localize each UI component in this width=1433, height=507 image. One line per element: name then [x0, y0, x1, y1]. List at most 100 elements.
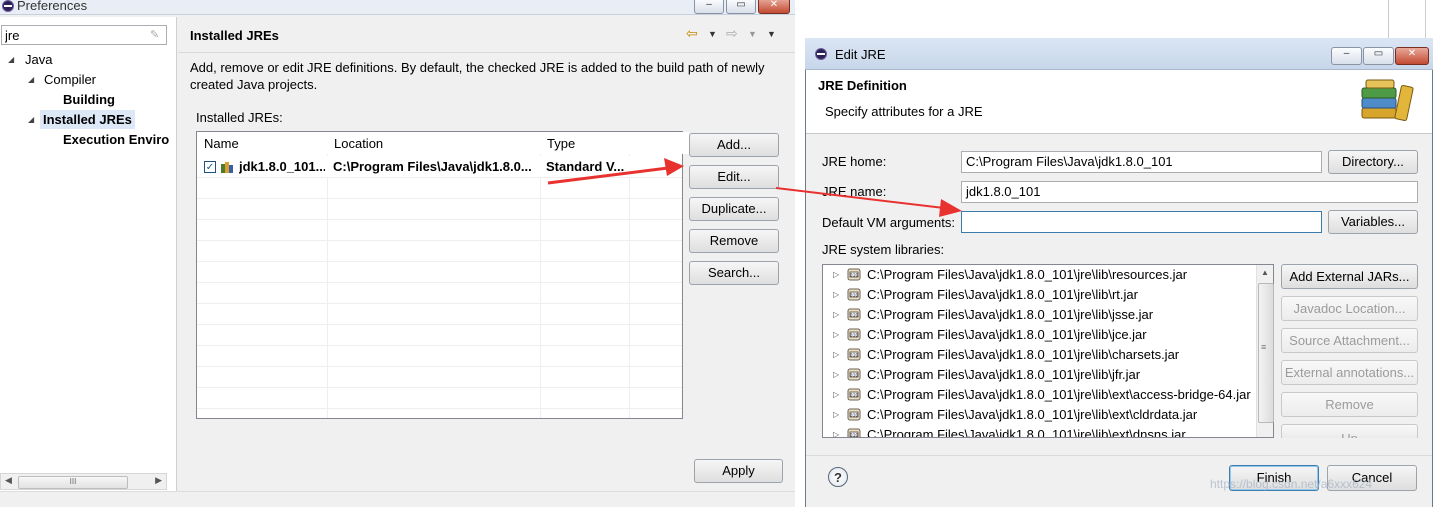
desktop-gap — [795, 0, 805, 507]
scroll-right-icon[interactable]: ▶ — [155, 475, 162, 486]
expand-arrow-icon[interactable]: ◢ — [28, 110, 34, 129]
filter-input[interactable] — [1, 25, 167, 45]
svg-text:010: 010 — [850, 273, 858, 279]
remove-jre-button[interactable]: Remove — [689, 229, 779, 253]
scrollbar-thumb[interactable] — [1258, 283, 1274, 423]
up-button[interactable]: Up — [1281, 424, 1418, 438]
eclipse-icon — [815, 48, 827, 60]
dialog-header-title: JRE Definition — [818, 78, 907, 93]
jre-name-field[interactable]: jdk1.8.0_101 — [961, 181, 1418, 203]
expand-arrow-icon[interactable]: ▷ — [833, 265, 839, 285]
jre-name-cell: jdk1.8.0_101... — [239, 159, 325, 174]
duplicate-jre-button[interactable]: Duplicate... — [689, 197, 779, 221]
maximize-button[interactable]: ▭ — [726, 0, 756, 14]
close-button[interactable]: ✕ — [758, 0, 790, 14]
column-header-name[interactable]: Name — [197, 132, 335, 154]
minimize-button[interactable]: – — [1331, 47, 1362, 65]
tree-label: Execution Enviro — [63, 132, 170, 147]
directory-button[interactable]: Directory... — [1328, 150, 1418, 174]
jre-name-label: JRE name: — [822, 184, 887, 199]
expand-arrow-icon[interactable]: ◢ — [8, 50, 14, 69]
clear-filter-icon[interactable]: ✎ — [150, 28, 162, 41]
library-path: C:\Program Files\Java\jdk1.8.0_101\jre\l… — [867, 327, 1147, 342]
library-path: C:\Program Files\Java\jdk1.8.0_101\jre\l… — [867, 267, 1188, 282]
svg-text:010: 010 — [850, 353, 858, 359]
expand-arrow-icon[interactable]: ▷ — [833, 425, 839, 437]
preferences-footer — [0, 491, 795, 507]
table-row — [197, 324, 682, 346]
tree-label: Building — [63, 92, 115, 107]
remove-library-button[interactable]: Remove — [1281, 392, 1418, 417]
expand-arrow-icon[interactable]: ▷ — [833, 325, 839, 345]
table-row[interactable]: ✓ jdk1.8.0_101... C:\Program Files\Java\… — [197, 156, 682, 178]
jre-books-icon — [1361, 79, 1414, 122]
scrollbar-grip-icon: ≡ — [1261, 342, 1267, 352]
variables-button[interactable]: Variables... — [1328, 210, 1418, 234]
jar-icon: 010 — [847, 268, 861, 281]
preferences-titlebar: Preferences – ▭ ✕ — [0, 0, 795, 15]
search-jre-button[interactable]: Search... — [689, 261, 779, 285]
table-row — [197, 219, 682, 241]
column-header-type[interactable]: Type — [540, 132, 689, 154]
expand-arrow-icon[interactable]: ▷ — [833, 285, 839, 305]
jar-icon: 010 — [847, 388, 861, 401]
jar-icon: 010 — [847, 348, 861, 361]
jar-icon: 010 — [847, 428, 861, 437]
watermark: https://blog.csdn.net/a6xxx624 — [1210, 477, 1373, 491]
expand-arrow-icon[interactable]: ◢ — [28, 70, 34, 89]
table-row — [197, 261, 682, 283]
default-jre-checkbox[interactable]: ✓ — [204, 161, 216, 173]
table-row — [197, 345, 682, 367]
close-button[interactable]: ✕ — [1395, 47, 1429, 65]
apply-button[interactable]: Apply — [694, 459, 783, 483]
javadoc-location-button[interactable]: Javadoc Location... — [1281, 296, 1418, 321]
jar-icon: 010 — [847, 288, 861, 301]
column-header-location[interactable]: Location — [327, 132, 548, 154]
expand-arrow-icon[interactable]: ▷ — [833, 305, 839, 325]
forward-dropdown-icon[interactable]: ▼ — [748, 29, 757, 39]
library-path: C:\Program Files\Java\jdk1.8.0_101\jre\l… — [867, 287, 1138, 302]
jre-library-icon — [221, 162, 233, 173]
installed-jres-table[interactable]: Name Location Type ✓ jdk1.8.0_101... C:\… — [196, 131, 689, 419]
add-jre-button[interactable]: Add... — [689, 133, 779, 157]
jre-type-cell: Standard V... — [546, 159, 625, 174]
jar-icon: 010 — [847, 368, 861, 381]
add-external-jars-button[interactable]: Add External JARs... — [1281, 264, 1418, 289]
system-libraries-list[interactable]: ▷ 010 C:\Program Files\Java\jdk1.8.0_101… — [822, 264, 1274, 438]
library-path: C:\Program Files\Java\jdk1.8.0_101\jre\l… — [867, 387, 1251, 402]
jar-icon: 010 — [847, 328, 861, 341]
divider — [1388, 0, 1389, 38]
tree-horizontal-scrollbar[interactable]: ◀ III ▶ — [0, 473, 167, 490]
forward-arrow-icon[interactable]: ⇨ — [726, 25, 738, 42]
scroll-left-icon[interactable]: ◀ — [5, 475, 12, 486]
jar-icon: 010 — [847, 408, 861, 421]
tree-label: Java — [25, 52, 53, 67]
help-icon[interactable]: ? — [828, 467, 848, 487]
svg-text:010: 010 — [850, 413, 858, 419]
svg-text:010: 010 — [850, 333, 858, 339]
minimize-button[interactable]: – — [694, 0, 724, 14]
libraries-vertical-scrollbar[interactable]: ▲ ≡ — [1256, 265, 1274, 437]
vm-arguments-field[interactable] — [961, 211, 1322, 233]
table-row — [197, 303, 682, 325]
external-annotations-button[interactable]: External annotations... — [1281, 360, 1418, 385]
tree-item-execution-environments[interactable]: Execution Enviro — [63, 130, 169, 149]
expand-arrow-icon[interactable]: ▷ — [833, 405, 839, 425]
back-dropdown-icon[interactable]: ▼ — [708, 29, 717, 39]
tree-item-building[interactable]: Building — [63, 90, 115, 109]
source-attachment-button[interactable]: Source Attachment... — [1281, 328, 1418, 353]
edit-jre-button[interactable]: Edit... — [689, 165, 779, 189]
view-menu-icon[interactable]: ▼ — [767, 29, 776, 39]
system-libraries-label: JRE system libraries: — [822, 242, 945, 257]
page-title: Installed JREs — [190, 28, 279, 43]
scroll-up-icon[interactable]: ▲ — [1261, 268, 1269, 277]
expand-arrow-icon[interactable]: ▷ — [833, 345, 839, 365]
table-row — [197, 387, 682, 409]
back-arrow-icon[interactable]: ⇦ — [686, 25, 698, 42]
expand-arrow-icon[interactable]: ▷ — [833, 365, 839, 385]
installed-jres-label: Installed JREs: — [196, 110, 283, 125]
maximize-button[interactable]: ▭ — [1363, 47, 1394, 65]
scrollbar-thumb[interactable]: III — [18, 476, 128, 489]
expand-arrow-icon[interactable]: ▷ — [833, 385, 839, 405]
jre-home-field[interactable]: C:\Program Files\Java\jdk1.8.0_101 — [961, 151, 1322, 173]
